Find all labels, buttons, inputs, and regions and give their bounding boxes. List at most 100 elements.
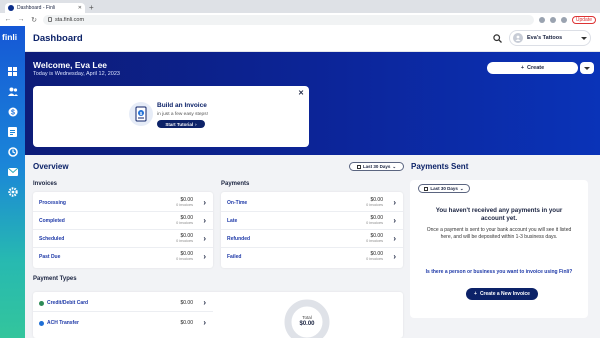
row-amount: $0.00 — [180, 300, 193, 306]
create-dropdown-button[interactable] — [580, 62, 594, 74]
account-switcher[interactable]: Eva's Tattoos — [509, 30, 591, 46]
list-item[interactable]: ACH Transfer $0.00 › — [33, 314, 213, 332]
extension-icon[interactable] — [549, 16, 556, 23]
overview-date-range[interactable]: Last 30 Days ⌄ — [349, 162, 404, 171]
donut-total-value: $0.00 — [299, 321, 315, 327]
payments-sent-panel: Last 30 Days ⌄ You haven't received any … — [410, 180, 588, 318]
row-label: Late — [227, 218, 238, 224]
list-item[interactable]: Past Due $0.00 0 invoices › — [33, 248, 213, 266]
ach-dot-icon — [39, 321, 44, 326]
row-label: ACH Transfer — [47, 320, 79, 326]
row-count: 0 invoices — [366, 257, 383, 261]
range-label: Last 30 Days — [362, 164, 391, 169]
invoice-illustration-icon: $ — [129, 102, 153, 126]
avatar — [513, 33, 523, 43]
address-bar[interactable]: sta.finli.com — [43, 14, 534, 25]
row-count: 0 invoices — [176, 203, 193, 207]
payment-types-heading: Payment Types — [33, 276, 77, 282]
row-label: Past Due — [39, 254, 61, 260]
tab-title: Dashboard - Finli — [17, 5, 56, 11]
chevron-right-icon: › — [393, 198, 396, 207]
chevron-down-icon — [581, 36, 587, 40]
list-item[interactable]: Late $0.00 0 invoices › — [221, 212, 403, 230]
row-count: 0 invoices — [176, 221, 193, 225]
overview-title: Overview — [33, 162, 69, 171]
invoices-icon[interactable] — [7, 126, 18, 137]
welcome-banner: Welcome, Eva Lee Today is Wednesday, Apr… — [25, 52, 600, 155]
row-label: Failed — [227, 254, 242, 260]
row-amount: $0.00 — [180, 320, 193, 326]
start-tutorial-button[interactable]: Start Tutorial › — [157, 120, 205, 128]
browser-tab[interactable]: Dashboard - Finli ✕ — [5, 3, 85, 13]
list-item[interactable]: Failed $0.00 0 invoices › — [221, 248, 403, 266]
range-label: Last 30 Days — [430, 186, 458, 191]
donut-total-label: Total — [302, 315, 312, 320]
payments-sent-title: Payments Sent — [411, 162, 469, 171]
row-label: Scheduled — [39, 236, 65, 242]
welcome-heading: Welcome, Eva Lee — [33, 60, 108, 70]
settings-icon[interactable] — [7, 186, 18, 197]
row-label: On-Time — [227, 200, 248, 206]
dashboard-icon[interactable] — [7, 66, 18, 77]
search-icon[interactable] — [493, 34, 502, 43]
chevron-right-icon: › — [203, 318, 206, 327]
list-item[interactable]: Refunded $0.00 0 invoices › — [221, 230, 403, 248]
reload-icon[interactable]: ↻ — [30, 16, 38, 24]
customers-icon[interactable] — [7, 86, 18, 97]
create-new-invoice-button[interactable]: + Create a New Invoice — [466, 288, 538, 300]
invoices-list: Processing $0.00 0 invoices › Completed … — [33, 192, 213, 268]
recurring-icon[interactable] — [7, 146, 18, 157]
tutorial-card: ✕ $ Build an Invoice in just a few easy … — [33, 86, 309, 147]
plus-icon: + — [520, 65, 525, 71]
url-text: sta.finli.com — [55, 16, 85, 23]
page-title: Dashboard — [33, 33, 83, 44]
update-button[interactable]: Update — [571, 15, 596, 24]
new-tab-icon[interactable]: + — [89, 3, 94, 12]
row-count: 0 invoices — [366, 221, 383, 225]
chevron-right-icon: › — [203, 298, 206, 307]
chevron-right-icon: › — [203, 198, 206, 207]
row-count: 0 invoices — [366, 239, 383, 243]
invoice-prompt-link[interactable]: Is there a person or business you want t… — [424, 269, 574, 276]
profile-icon[interactable] — [560, 16, 567, 23]
finli-logo: finli — [2, 32, 18, 42]
finli-favicon-icon — [8, 5, 14, 11]
calendar-icon — [424, 186, 429, 191]
extension-icon[interactable] — [538, 16, 545, 23]
empty-state-title: You haven't received any payments in you… — [435, 207, 563, 222]
chevron-down-icon — [584, 66, 590, 70]
create-button[interactable]: + Create — [487, 62, 578, 74]
chevron-right-icon: › — [393, 216, 396, 225]
payments-heading: Payments — [221, 181, 250, 187]
list-item[interactable]: Processing $0.00 0 invoices › — [33, 194, 213, 212]
mail-icon[interactable] — [7, 166, 18, 177]
payments-icon[interactable]: $ — [7, 106, 18, 117]
chevron-right-icon: › — [195, 121, 197, 127]
list-item[interactable]: Credit/Debit Card $0.00 › — [33, 294, 213, 312]
row-label: Credit/Debit Card — [47, 300, 89, 306]
chevron-right-icon: › — [393, 234, 396, 243]
payment-types-panel: Credit/Debit Card $0.00 › ACH Transfer $… — [33, 292, 403, 338]
tutorial-subtitle: in just a few easy steps! — [157, 112, 208, 117]
chevron-down-icon: ⌄ — [392, 163, 397, 169]
create-label: Create — [527, 65, 545, 71]
start-tutorial-label: Start Tutorial — [165, 121, 194, 127]
plus-icon: + — [474, 291, 477, 297]
tab-close-icon[interactable]: ✕ — [78, 5, 82, 11]
payments-sent-date-range[interactable]: Last 30 Days ⌄ — [418, 184, 470, 193]
calendar-icon — [356, 164, 361, 169]
close-icon[interactable]: ✕ — [298, 89, 304, 97]
chevron-right-icon: › — [393, 252, 396, 261]
chevron-right-icon: › — [203, 216, 206, 225]
svg-text:$: $ — [11, 109, 15, 116]
payments-list: On-Time $0.00 0 invoices › Late $0.00 0 … — [221, 192, 403, 268]
list-item[interactable]: On-Time $0.00 0 invoices › — [221, 194, 403, 212]
empty-state-body: Once a payment is sent to your bank acco… — [426, 227, 572, 240]
lock-icon — [48, 17, 52, 22]
row-count: 0 invoices — [176, 239, 193, 243]
list-item[interactable]: Completed $0.00 0 invoices › — [33, 212, 213, 230]
back-icon[interactable]: ← — [4, 16, 12, 23]
list-item[interactable]: Scheduled $0.00 0 invoices › — [33, 230, 213, 248]
forward-icon[interactable]: → — [17, 16, 25, 23]
chevron-down-icon: ⌄ — [459, 185, 464, 191]
